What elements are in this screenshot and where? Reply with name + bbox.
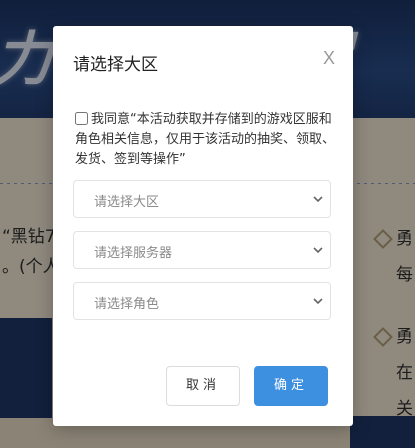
chevron-down-icon [313, 298, 323, 305]
role-select[interactable]: 请选择角色 [73, 282, 331, 320]
chevron-down-icon [313, 247, 323, 254]
cancel-button[interactable]: 取消 [166, 366, 240, 406]
agreement-checkbox[interactable] [75, 112, 88, 125]
role-select-placeholder: 请选择角色 [94, 297, 160, 312]
close-button[interactable]: X [323, 48, 335, 69]
dialog-title: 请选择大区 [73, 55, 158, 75]
region-select-placeholder: 请选择大区 [94, 195, 160, 210]
chevron-down-icon [313, 196, 323, 203]
agreement-row: 我同意“本活动获取并存储到的游戏区服和角色相关信息，仅用于该活动的抽奖、领取、发… [75, 110, 335, 170]
region-select[interactable]: 请选择大区 [73, 180, 331, 218]
region-select-dialog: 请选择大区 X 我同意“本活动获取并存储到的游戏区服和角色相关信息，仅用于该活动… [53, 26, 353, 426]
server-select[interactable]: 请选择服务器 [73, 231, 331, 269]
agreement-text: 我同意“本活动获取并存储到的游戏区服和角色相关信息，仅用于该活动的抽奖、领取、发… [75, 112, 336, 167]
server-select-placeholder: 请选择服务器 [94, 246, 173, 261]
confirm-button[interactable]: 确定 [254, 366, 328, 406]
